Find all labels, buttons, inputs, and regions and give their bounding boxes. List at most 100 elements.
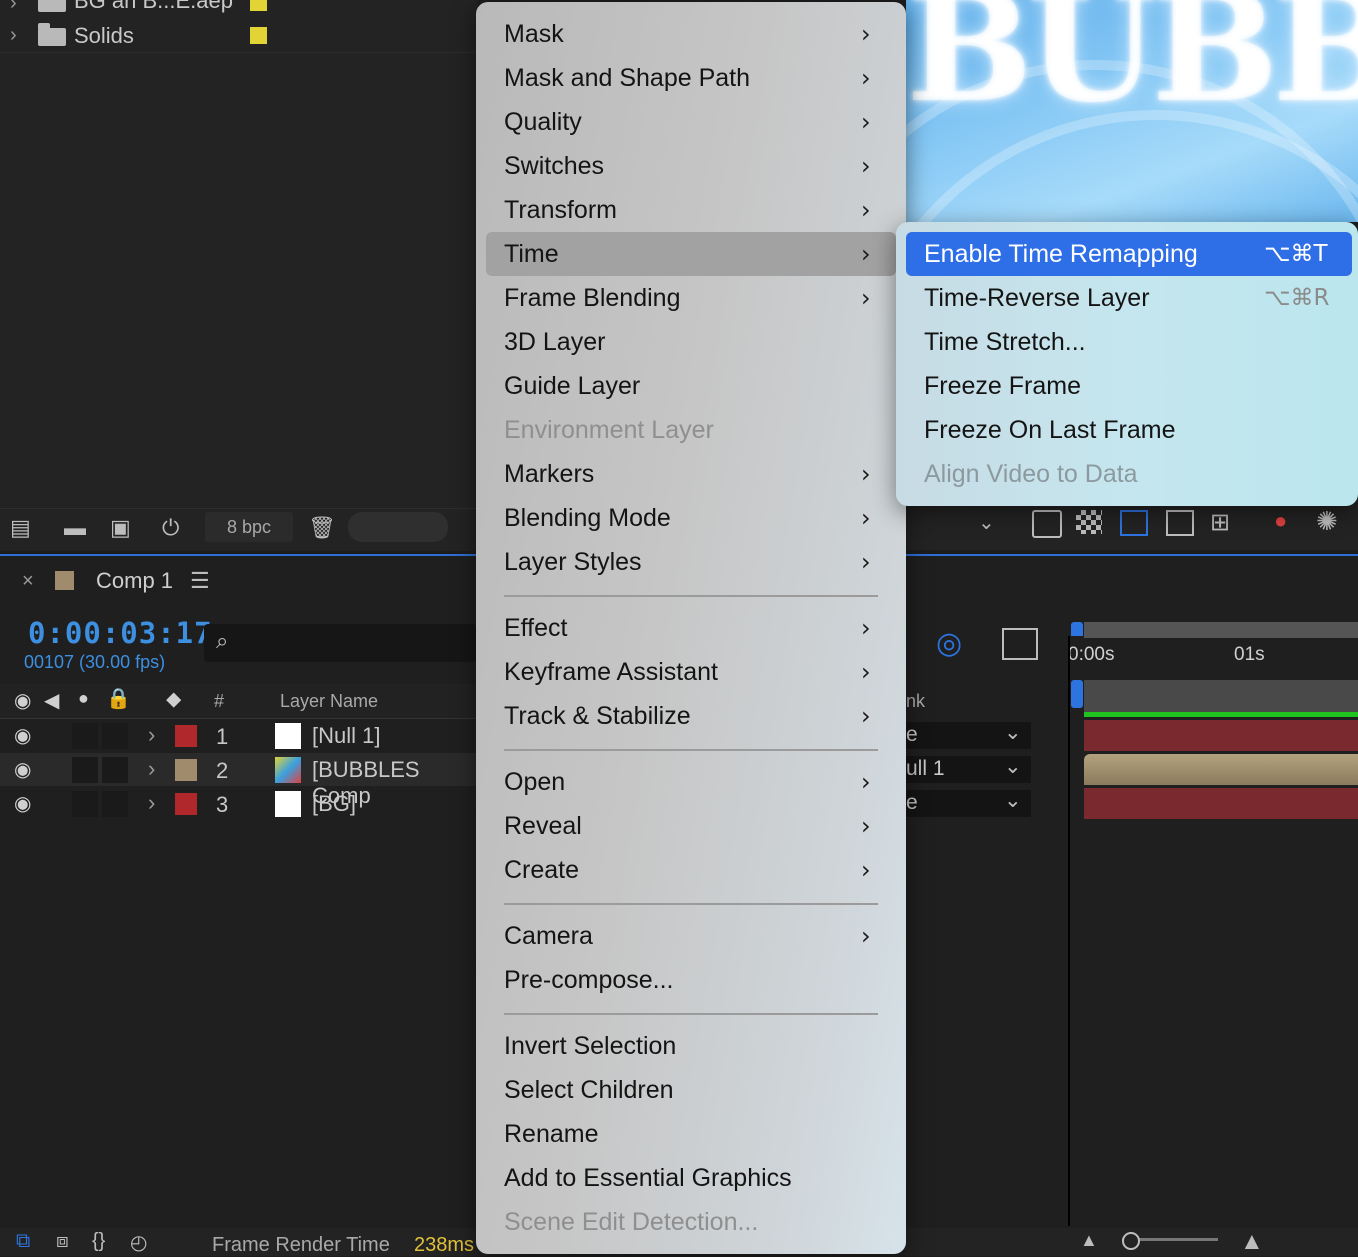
menu-item-select-children[interactable]: Select Children [504, 1076, 674, 1105]
label-tag-icon[interactable]: ⬥ [166, 686, 181, 712]
playhead-handle[interactable] [1071, 680, 1083, 708]
transfer-controls-icon[interactable]: ⧈ [56, 1230, 69, 1253]
chevron-right-icon[interactable]: › [10, 0, 17, 15]
menu-item-markers[interactable]: Markers [504, 460, 594, 489]
graph-editor-icon[interactable] [1002, 628, 1038, 660]
parent-dropdown[interactable]: ull 1 ⌄ [906, 755, 1031, 783]
tab-comp[interactable]: Comp 1 [96, 568, 173, 594]
menu-item-blending-mode[interactable]: Blending Mode [504, 504, 671, 533]
chevron-right-icon[interactable]: › [148, 756, 155, 782]
switch-box[interactable] [72, 723, 98, 749]
submenu-item-time-stretch[interactable]: Time Stretch... [924, 328, 1086, 357]
layer-duration-bar[interactable] [1084, 754, 1358, 785]
switch-box[interactable] [72, 791, 98, 817]
submenu-item-enable-time-remapping[interactable]: Enable Time Remapping [924, 240, 1198, 269]
table-row[interactable]: ◉ › 3 [BG] [0, 787, 478, 820]
menu-item-quality[interactable]: Quality [504, 108, 582, 137]
switch-box[interactable] [102, 791, 128, 817]
menu-item-keyframe-assistant[interactable]: Keyframe Assistant [504, 658, 718, 687]
menu-item-open[interactable]: Open [504, 768, 565, 797]
eye-icon[interactable]: ◉ [14, 688, 31, 713]
eye-icon[interactable]: ◉ [14, 723, 31, 748]
layer-search-input[interactable]: ⌕ [204, 624, 476, 662]
layer-duration-bar[interactable] [1084, 720, 1358, 751]
grid-guides-icon[interactable]: ⊞ [1210, 508, 1230, 537]
zoom-out-icon[interactable]: ▲ [1080, 1230, 1098, 1251]
layer-label-color[interactable] [175, 759, 197, 781]
label-color-swatch[interactable] [250, 0, 267, 11]
menu-item-track-stabilize[interactable]: Track & Stabilize [504, 702, 691, 731]
zoom-slider-thumb[interactable] [1122, 1232, 1140, 1250]
layer-switches-icon[interactable]: ⧉ [16, 1230, 30, 1253]
menu-item-effect[interactable]: Effect [504, 614, 567, 643]
render-time-icon[interactable]: ◴ [130, 1230, 147, 1255]
menu-item-time[interactable]: Time [504, 240, 559, 269]
chevron-right-icon[interactable]: › [148, 722, 155, 748]
switch-box[interactable] [102, 723, 128, 749]
zoom-in-icon[interactable]: ▲ [1240, 1228, 1264, 1256]
parent-dropdown[interactable]: e ⌄ [906, 789, 1031, 817]
menu-item-camera[interactable]: Camera [504, 922, 593, 951]
menu-item-reveal[interactable]: Reveal [504, 812, 582, 841]
column-layer-name[interactable]: Layer Name [280, 691, 378, 712]
eye-icon[interactable]: ◉ [14, 791, 31, 816]
project-item[interactable]: › Solids [0, 20, 478, 54]
work-area-bar[interactable] [1084, 622, 1358, 638]
color-channels-icon[interactable]: ● [1274, 508, 1287, 534]
menu-item-layer-styles[interactable]: Layer Styles [504, 548, 642, 577]
project-item[interactable]: › BG an B...E.aep [0, 0, 478, 20]
playhead-handle[interactable] [1071, 622, 1083, 636]
submenu-item-freeze-frame[interactable]: Freeze Frame [924, 372, 1081, 401]
menu-item-transform[interactable]: Transform [504, 196, 617, 225]
motion-blur-icon[interactable]: ◎ [936, 626, 962, 661]
chevron-right-icon[interactable]: › [10, 24, 17, 47]
region-of-interest-icon[interactable] [1166, 510, 1194, 536]
exposure-icon[interactable]: ✺ [1316, 506, 1338, 537]
new-folder-icon[interactable]: ▬ [64, 513, 86, 543]
menu-item-create[interactable]: Create [504, 856, 579, 885]
eye-icon[interactable]: ◉ [14, 757, 31, 782]
composition-viewer[interactable]: BUBBL [906, 0, 1358, 222]
menu-item-mask-and-shape-path[interactable]: Mask and Shape Path [504, 64, 750, 93]
audio-icon[interactable]: ◀ [44, 688, 59, 713]
menu-item-pre-compose[interactable]: Pre-compose... [504, 966, 674, 995]
menu-item-rename[interactable]: Rename [504, 1120, 599, 1149]
label-color-swatch[interactable] [250, 27, 267, 44]
menu-item-mask[interactable]: Mask [504, 20, 564, 49]
timeline-navigator[interactable] [1084, 680, 1358, 712]
close-tab-icon[interactable]: × [22, 570, 34, 593]
trash-icon[interactable]: 🗑 [308, 513, 336, 543]
panel-menu-icon[interactable]: ☰ [190, 568, 210, 594]
bit-depth-button[interactable]: 8 bpc [205, 512, 293, 542]
interpret-footage-icon[interactable]: ▤ [10, 513, 31, 543]
submenu-item-time-reverse-layer[interactable]: Time-Reverse Layer [924, 284, 1150, 313]
layer-duration-bar[interactable] [1084, 788, 1358, 819]
project-settings-icon[interactable]: ⏻ [162, 513, 179, 543]
transparency-grid-icon[interactable] [1076, 510, 1102, 534]
chevron-right-icon[interactable]: › [148, 790, 155, 816]
layer-label-color[interactable] [175, 725, 197, 747]
layer-label-color[interactable] [175, 793, 197, 815]
menu-item-3d-layer[interactable]: 3D Layer [504, 328, 605, 357]
switch-box[interactable] [72, 757, 98, 783]
chevron-down-icon[interactable]: ⌄ [978, 510, 995, 535]
in-out-icon[interactable]: {} [92, 1230, 105, 1253]
menu-item-add-to-essential-graphics[interactable]: Add to Essential Graphics [504, 1164, 792, 1193]
menu-item-invert-selection[interactable]: Invert Selection [504, 1032, 676, 1061]
new-composition-icon[interactable]: ▣ [110, 513, 131, 543]
layer-name[interactable]: [Null 1] [312, 723, 380, 749]
parent-dropdown[interactable]: e ⌄ [906, 721, 1031, 749]
project-search-field[interactable] [348, 512, 448, 542]
mask-visibility-icon[interactable] [1120, 510, 1148, 536]
solo-icon[interactable]: ● [78, 688, 89, 709]
fast-previews-icon[interactable] [1032, 510, 1062, 538]
menu-item-frame-blending[interactable]: Frame Blending [504, 284, 680, 313]
menu-item-guide-layer[interactable]: Guide Layer [504, 372, 640, 401]
table-row[interactable]: ◉ › 1 [Null 1] [0, 719, 478, 752]
submenu-item-freeze-on-last-frame[interactable]: Freeze On Last Frame [924, 416, 1175, 445]
switch-box[interactable] [102, 757, 128, 783]
current-time-display[interactable]: 0:00:03:17 [28, 616, 213, 650]
lock-icon[interactable]: 🔒 [106, 686, 131, 711]
menu-item-switches[interactable]: Switches [504, 152, 604, 181]
layer-name[interactable]: [BG] [312, 791, 356, 817]
